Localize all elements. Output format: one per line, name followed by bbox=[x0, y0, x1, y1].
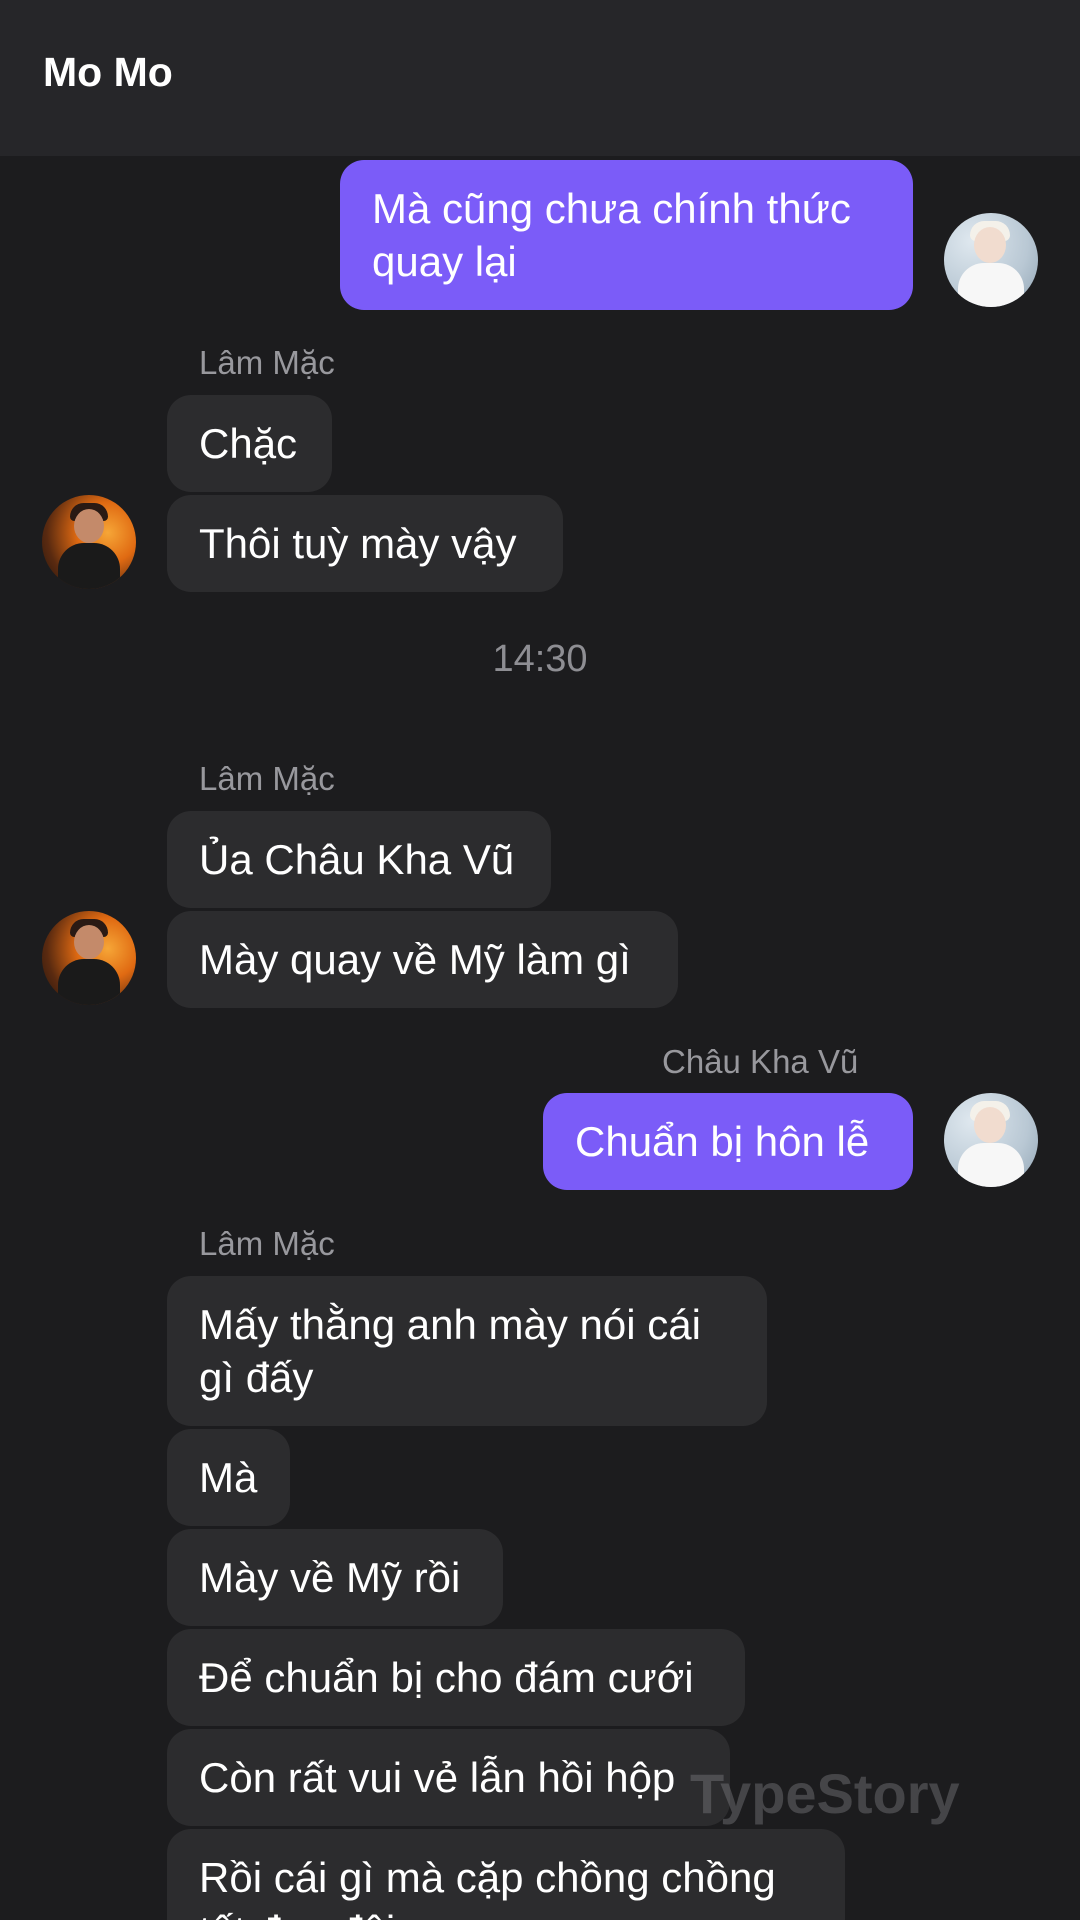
message-text: Chuẩn bị hôn lễ bbox=[575, 1118, 870, 1165]
message-bubble-incoming[interactable]: Thôi tuỳ mày vậy bbox=[167, 495, 563, 592]
message-text: Mày về Mỹ rồi bbox=[199, 1554, 461, 1601]
sender-name: Lâm Mặc bbox=[199, 1225, 335, 1262]
avatar-lam-mac[interactable] bbox=[42, 911, 136, 1005]
message-bubble-incoming[interactable]: Ủa Châu Kha Vũ bbox=[167, 811, 551, 908]
sender-name: Lâm Mặc bbox=[199, 760, 335, 797]
message-bubble-outgoing[interactable]: Chuẩn bị hôn lễ bbox=[543, 1093, 913, 1190]
avatar-chau-kha-vu[interactable] bbox=[944, 213, 1038, 307]
message-bubble-incoming[interactable]: Mày quay về Mỹ làm gì bbox=[167, 911, 678, 1008]
chat-header: Mo Mo bbox=[0, 0, 1080, 156]
message-text: Mà bbox=[199, 1454, 258, 1501]
message-text: Mà cũng chưa chính thức quay lại bbox=[372, 185, 851, 285]
message-bubble-incoming[interactable]: Mà bbox=[167, 1429, 290, 1526]
message-text: Chặc bbox=[199, 420, 298, 467]
message-bubble-incoming[interactable]: Chặc bbox=[167, 395, 332, 492]
message-text: Thôi tuỳ mày vậy bbox=[199, 520, 517, 567]
message-bubble-outgoing[interactable]: Mà cũng chưa chính thức quay lại bbox=[340, 160, 913, 310]
message-text: Để chuẩn bị cho đám cưới bbox=[199, 1654, 694, 1701]
message-bubble-incoming[interactable]: Rồi cái gì mà cặp chồng chồng tốt đẹp đô… bbox=[167, 1829, 845, 1920]
message-bubble-incoming[interactable]: Còn rất vui vẻ lẫn hồi hộp bbox=[167, 1729, 730, 1826]
message-bubble-incoming[interactable]: Để chuẩn bị cho đám cưới bbox=[167, 1629, 745, 1726]
message-text: Mày quay về Mỹ làm gì bbox=[199, 936, 631, 983]
sender-name: Lâm Mặc bbox=[199, 344, 335, 381]
chat-screen: Mo Mo Mà cũng chưa chính thức quay lại L… bbox=[0, 0, 1080, 1920]
message-text: Mấy thằng anh mày nói cái gì đấy bbox=[199, 1301, 701, 1401]
chat-title: Mo Mo bbox=[43, 49, 173, 95]
timestamp: 14:30 bbox=[492, 638, 588, 680]
avatar-lam-mac[interactable] bbox=[42, 495, 136, 589]
message-text: Rồi cái gì mà cặp chồng chồng tốt đẹp đô… bbox=[199, 1854, 776, 1920]
sender-name: Châu Kha Vũ bbox=[662, 1043, 859, 1080]
message-text: Còn rất vui vẻ lẫn hồi hộp bbox=[199, 1754, 676, 1801]
watermark-logo: TypeStory bbox=[690, 1762, 960, 1825]
message-bubble-incoming[interactable]: Mày về Mỹ rồi bbox=[167, 1529, 503, 1626]
avatar-chau-kha-vu[interactable] bbox=[944, 1093, 1038, 1187]
message-text: Ủa Châu Kha Vũ bbox=[199, 836, 515, 883]
message-bubble-incoming[interactable]: Mấy thằng anh mày nói cái gì đấy bbox=[167, 1276, 767, 1426]
